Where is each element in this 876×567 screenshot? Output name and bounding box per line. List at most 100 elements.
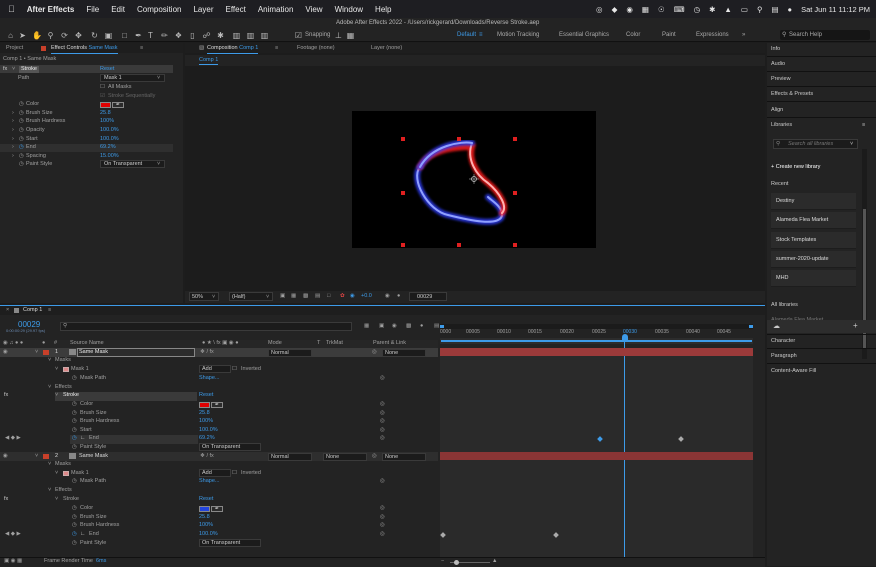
library-mhd[interactable]: MHD	[771, 270, 856, 287]
mask-visibility-icon[interactable]: ▩	[303, 293, 308, 300]
pan-behind-tool-icon[interactable]: ▣	[104, 30, 113, 41]
stopwatch-icon[interactable]: ◷	[19, 136, 24, 143]
panel-preview[interactable]: Preview	[771, 76, 791, 82]
control-center-icon[interactable]: ▤	[771, 5, 778, 14]
keyframe-nav-icon[interactable]: ◀ ◆ ▶	[5, 435, 21, 442]
expand-icon[interactable]: ˅	[35, 453, 38, 460]
expression-icon[interactable]: ◎	[380, 522, 385, 529]
time-ruler[interactable]: 0000 00005 00010 00015 00020 00025 00030…	[440, 324, 753, 349]
tab-comp1[interactable]: Comp 1	[23, 306, 42, 315]
workspace-expressions[interactable]: Expressions	[696, 32, 729, 38]
stopwatch-icon[interactable]: ◷	[72, 522, 77, 529]
world-axis-icon[interactable]: ▥	[246, 30, 255, 41]
panel-content-aware-fill[interactable]: Content-Aware Fill	[771, 368, 816, 374]
footer-toggle-icons[interactable]: ▣ ◉ ▦	[4, 558, 22, 565]
workspace-color[interactable]: Color	[626, 32, 640, 38]
pickwhip-icon[interactable]: ◎	[372, 453, 377, 460]
layer-label-color[interactable]	[43, 454, 49, 459]
l2-end-value[interactable]: 100.0%	[199, 531, 218, 538]
pen-tool-icon[interactable]: ✒	[134, 30, 143, 41]
grid-icon[interactable]: ▦	[642, 5, 649, 14]
panel-align[interactable]: Align	[771, 107, 783, 113]
layer1-mask1[interactable]: Mask 1	[71, 366, 89, 373]
mask-color[interactable]	[63, 471, 69, 476]
mask-color[interactable]	[63, 367, 69, 372]
zoom-dropdown[interactable]: 50% ˅	[189, 292, 219, 301]
eyedropper-icon[interactable]: ✒	[211, 506, 223, 512]
visibility-eye-icon[interactable]: ◉	[3, 349, 8, 356]
view-axis-icon[interactable]: ▥	[260, 30, 269, 41]
panel-menu-icon[interactable]: ≡	[140, 43, 143, 53]
library-stock-templates[interactable]: Stock Templates	[771, 232, 856, 249]
av-switch-icons[interactable]: ◉ ♫ ● ●	[3, 340, 23, 347]
expand-icon[interactable]: ˅	[55, 470, 58, 477]
rotate-tool-icon[interactable]: ↻	[90, 30, 99, 41]
paint-style-dropdown[interactable]: On Transparent ˅	[100, 160, 165, 168]
menu-effect[interactable]: Effect	[226, 5, 246, 14]
stopwatch-icon[interactable]: ◷	[19, 153, 24, 160]
panel-character[interactable]: Character	[771, 338, 795, 344]
work-area-end[interactable]	[749, 325, 753, 328]
expand-icon[interactable]: ˅	[48, 357, 51, 364]
brush-tool-icon[interactable]: ✏	[160, 30, 169, 41]
comp-flowchart-icon[interactable]: ▦	[364, 323, 369, 330]
zoom-tool-icon[interactable]: ⚲	[46, 30, 55, 41]
layer2-mode-dropdown[interactable]: Normal	[268, 453, 312, 461]
layer-handle[interactable]	[513, 137, 517, 141]
comp-canvas[interactable]	[352, 111, 596, 248]
panel-paragraph[interactable]: Paragraph	[771, 353, 797, 359]
col-t[interactable]: T	[317, 340, 320, 347]
guides-icon[interactable]: ▤	[315, 293, 320, 300]
l2-brush-size-value[interactable]: 25.8	[199, 514, 210, 521]
lock-icon[interactable]: ▧	[199, 43, 204, 53]
create-library-button[interactable]: + Create new library	[771, 164, 820, 170]
exposure-icon[interactable]: ◉	[350, 293, 355, 300]
eye-icon[interactable]: ☉	[658, 5, 665, 14]
layer1-stroke[interactable]: Stroke	[63, 392, 79, 399]
panel-info[interactable]: Info	[771, 46, 780, 52]
roto-brush-icon[interactable]: ☍	[202, 30, 211, 41]
col-source-name[interactable]: Source Name	[70, 340, 104, 347]
layer-handle[interactable]	[457, 137, 461, 141]
stopwatch-active-icon[interactable]: ◷	[72, 531, 77, 538]
menu-edit[interactable]: Edit	[111, 5, 125, 14]
keyframe-nav-icon[interactable]: ◀ ◆ ▶	[5, 531, 21, 538]
draft-3d-icon[interactable]: ▣	[379, 323, 384, 330]
menu-composition[interactable]: Composition	[137, 5, 181, 14]
work-area-start[interactable]	[440, 325, 444, 328]
layer-label-color[interactable]	[43, 350, 49, 355]
menu-layer[interactable]: Layer	[193, 5, 213, 14]
apple-icon[interactable]: 	[8, 4, 15, 14]
panel-audio[interactable]: Audio	[771, 61, 785, 67]
mask-mode-dropdown[interactable]: Add	[199, 365, 231, 373]
stopwatch-icon[interactable]: ◷	[72, 418, 77, 425]
fx-icon[interactable]: fx	[3, 66, 7, 73]
stopwatch-icon[interactable]: ◷	[19, 110, 24, 117]
l1-start-value[interactable]: 100.0%	[199, 427, 218, 434]
library-search-input[interactable]: ⚲ Search all libraries ˅	[773, 139, 858, 149]
zoom-in-icon[interactable]: ▲	[492, 558, 497, 565]
l2-paint-style-dropdown[interactable]: On Transparent	[199, 539, 261, 547]
orbit-tool-icon[interactable]: ⟳	[60, 30, 69, 41]
motion-blur-icon[interactable]: ●	[420, 323, 423, 330]
stroke-seq-checkbox[interactable]: ☑	[100, 93, 105, 100]
l1-end-value[interactable]: 69.2%	[199, 435, 215, 442]
layer2-parent-dropdown[interactable]: None	[382, 453, 426, 461]
snapping-checkbox[interactable]: ☑	[294, 30, 303, 41]
fx-icon[interactable]: fx	[4, 496, 8, 503]
panel-menu-icon[interactable]: ≡	[48, 306, 51, 315]
layer2-reset[interactable]: Reset	[199, 496, 213, 503]
panel-menu-icon[interactable]: ≡	[862, 122, 865, 128]
layer2-mask1[interactable]: Mask 1	[71, 470, 89, 477]
tab-footage[interactable]: Footage (none)	[297, 43, 335, 53]
l1-brush-hardness-value[interactable]: 100%	[199, 418, 213, 425]
timeline-navigator[interactable]	[440, 338, 753, 344]
battery-icon[interactable]: ▭	[741, 5, 748, 14]
mask-shape-link[interactable]: Shape...	[199, 375, 220, 382]
expand-icon[interactable]: ˅	[48, 487, 51, 494]
layer1-parent-dropdown[interactable]: None	[382, 349, 426, 357]
snap-options-icon[interactable]: ▦	[346, 30, 355, 41]
clone-tool-icon[interactable]: ❖	[174, 30, 183, 41]
expression-icon[interactable]: ◎	[380, 375, 385, 382]
graph-icon[interactable]: ∟	[80, 435, 85, 442]
